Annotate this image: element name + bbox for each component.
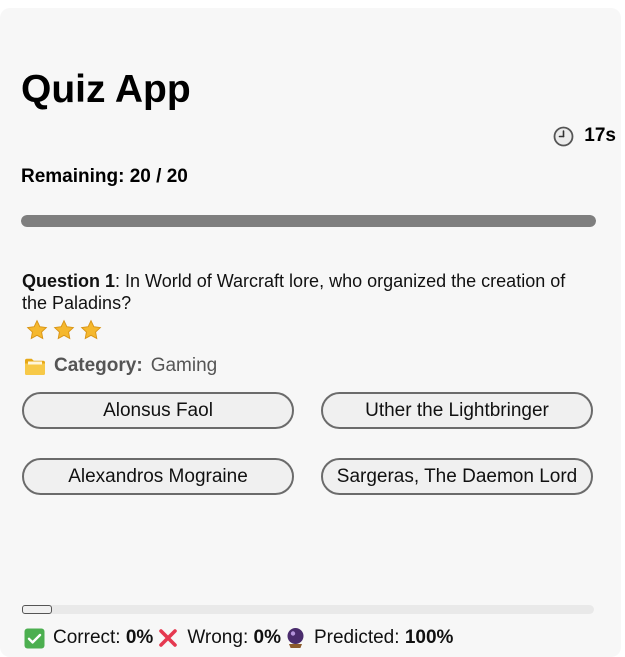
correct-label: Correct: <box>53 627 121 648</box>
clock-icon <box>553 126 574 147</box>
predicted-label: Predicted: <box>313 627 400 648</box>
category-label: Category: <box>54 355 143 376</box>
difficulty-stars <box>26 319 102 341</box>
stats-bar: Correct: 0% Wrong: 0% Predicted: 100% <box>24 627 453 649</box>
category: Category: Gaming <box>24 355 217 377</box>
question-text: Question 1: In World of Warcraft lore, w… <box>22 270 582 314</box>
timer: 17s <box>553 125 616 147</box>
star-icon <box>80 319 102 341</box>
quiz-card: Quiz App 17s Remaining: 20 / 20 Question… <box>0 8 621 657</box>
check-icon <box>24 628 45 649</box>
answered-progress-bar <box>22 605 594 614</box>
correct-value: 0% <box>125 627 154 648</box>
answer-button-1[interactable]: Alonsus Faol <box>22 392 294 429</box>
answer-button-4[interactable]: Sargeras, The Daemon Lord <box>321 458 593 495</box>
crystal-ball-icon <box>285 627 306 649</box>
star-icon <box>53 319 75 341</box>
answered-progress-fill <box>22 605 52 614</box>
cross-icon <box>157 627 179 649</box>
wrong-value: 0% <box>253 627 281 648</box>
answer-button-2[interactable]: Uther the Lightbringer <box>321 392 593 429</box>
remaining-progress-fill <box>21 215 596 227</box>
folder-icon <box>24 356 46 376</box>
timer-value: 17s <box>584 125 616 146</box>
remaining-count: Remaining: 20 / 20 <box>21 166 188 187</box>
category-value: Gaming <box>150 355 218 376</box>
star-icon <box>26 319 48 341</box>
wrong-label: Wrong: <box>187 627 249 648</box>
answer-button-3[interactable]: Alexandros Mograine <box>22 458 294 495</box>
remaining-progress-bar <box>21 215 596 227</box>
page-title: Quiz App <box>21 68 191 111</box>
predicted-value: 100% <box>404 627 454 648</box>
question-number: Question 1 <box>22 271 116 291</box>
